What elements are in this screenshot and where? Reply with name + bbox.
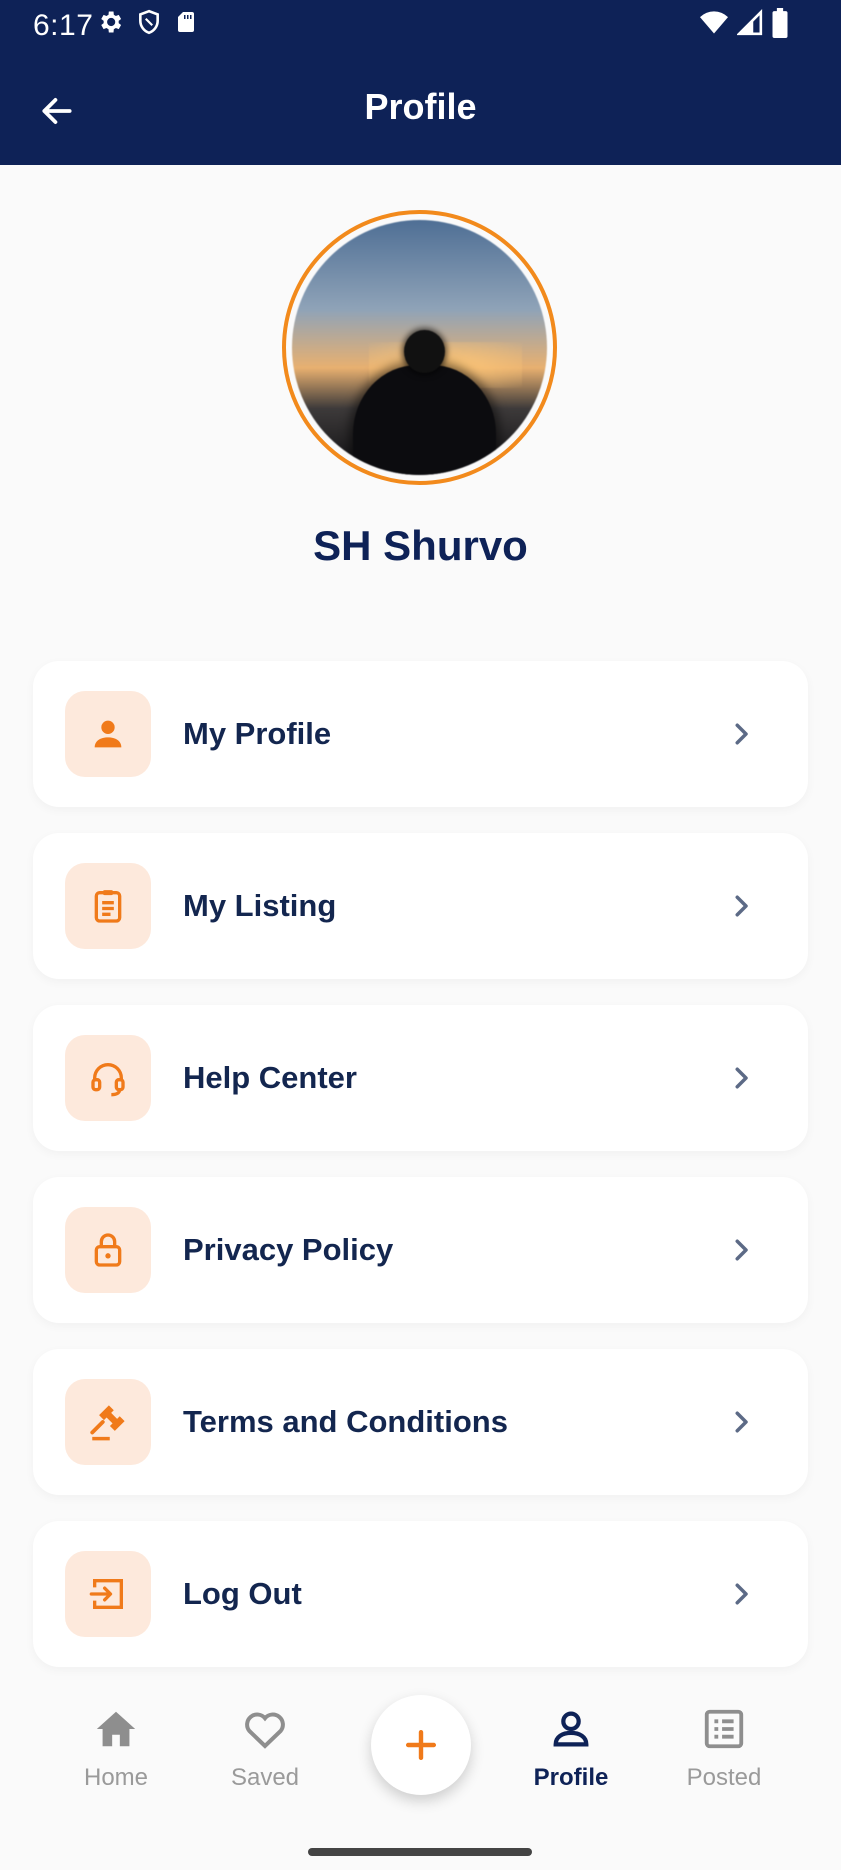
sd-card-icon: [174, 8, 198, 36]
menu-item-my-profile[interactable]: My Profile: [33, 661, 808, 807]
wifi-icon: [699, 9, 729, 37]
person-outline-icon: [506, 1702, 636, 1756]
plus-icon: [405, 1729, 437, 1761]
menu-item-label: Privacy Policy: [183, 1232, 394, 1267]
menu-item-label: My Profile: [183, 716, 332, 751]
gear-icon: [96, 8, 124, 36]
heart-icon: [200, 1702, 330, 1756]
chevron-right-icon: [724, 1061, 758, 1095]
menu-item-terms-and-conditions[interactable]: Terms and Conditions: [33, 1349, 808, 1495]
menu-item-my-listing[interactable]: My Listing: [33, 833, 808, 979]
app-header: 6:17 Profile: [0, 0, 841, 165]
lock-icon: [65, 1207, 151, 1293]
chevron-right-icon: [724, 889, 758, 923]
page-title: Profile: [364, 86, 477, 127]
menu-item-label: Terms and Conditions: [183, 1404, 508, 1439]
chevron-right-icon: [724, 1577, 758, 1611]
nav-label: Posted: [686, 1764, 762, 1791]
nav-profile[interactable]: Profile: [506, 1702, 636, 1792]
chevron-right-icon: [724, 1405, 758, 1439]
list-icon: [659, 1702, 789, 1756]
home-indicator[interactable]: [308, 1848, 532, 1856]
avatar-photo: [292, 220, 547, 475]
home-icon: [51, 1702, 181, 1756]
status-time: 6:17: [33, 9, 94, 42]
avatar[interactable]: [282, 210, 557, 485]
nav-posted[interactable]: Posted: [659, 1702, 789, 1792]
status-bar: 6:17: [0, 0, 841, 50]
headset-icon: [65, 1035, 151, 1121]
nav-label: Home: [83, 1764, 149, 1791]
nav-saved[interactable]: Saved: [200, 1702, 330, 1792]
add-post-button[interactable]: [371, 1695, 471, 1795]
clipboard-icon: [65, 863, 151, 949]
person-icon: [65, 691, 151, 777]
menu-item-label: My Listing: [183, 888, 337, 923]
menu-item-log-out[interactable]: Log Out: [33, 1521, 808, 1667]
user-name: SH Shurvo: [313, 522, 528, 569]
chevron-right-icon: [724, 717, 758, 751]
signal-icon: [737, 9, 763, 37]
nav-label: Profile: [533, 1764, 609, 1791]
menu-item-privacy-policy[interactable]: Privacy Policy: [33, 1177, 808, 1323]
menu-item-label: Help Center: [183, 1060, 357, 1095]
gavel-icon: [65, 1379, 151, 1465]
chevron-right-icon: [724, 1233, 758, 1267]
nav-home[interactable]: Home: [51, 1702, 181, 1792]
menu-item-label: Log Out: [183, 1576, 302, 1611]
menu-item-help-center[interactable]: Help Center: [33, 1005, 808, 1151]
shield-icon: [136, 8, 162, 36]
logout-icon: [65, 1551, 151, 1637]
nav-label: Saved: [230, 1764, 300, 1791]
battery-icon: [771, 8, 789, 38]
